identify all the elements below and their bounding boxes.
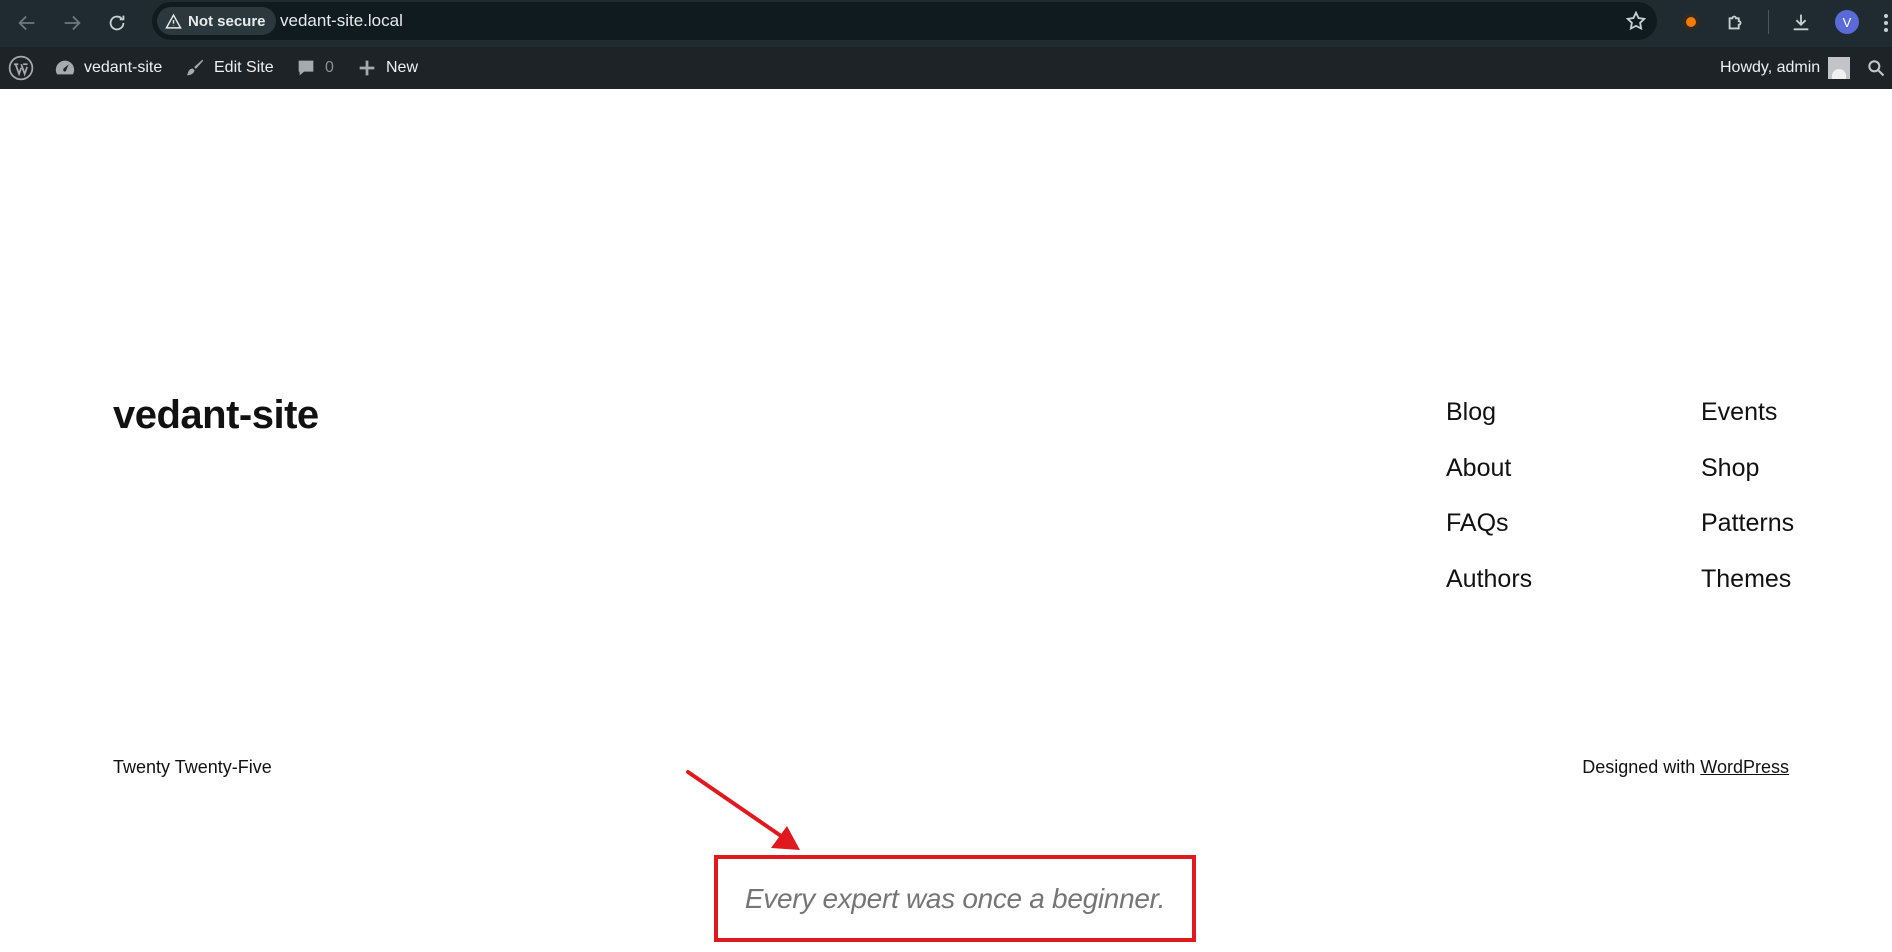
extension-record-icon — [1682, 13, 1700, 31]
nav-link-patterns[interactable]: Patterns — [1701, 509, 1794, 538]
comment-bubble-icon — [298, 60, 314, 76]
wp-logo-menu[interactable] — [8, 47, 34, 89]
browser-menu-button[interactable] — [1880, 8, 1892, 38]
forward-button[interactable] — [55, 6, 89, 40]
browser-toolbar: Not secure vedant-site.local V — [0, 0, 1892, 47]
extension-button[interactable] — [1676, 7, 1706, 37]
footer-credit-prefix: Designed with — [1582, 757, 1701, 777]
wordpress-link[interactable]: WordPress — [1700, 757, 1789, 777]
user-avatar — [1828, 57, 1851, 79]
warning-icon — [165, 13, 182, 29]
edit-site-link[interactable]: Edit Site — [184, 47, 274, 89]
footer-quote: Every expert was once a beginner. — [744, 882, 1166, 914]
reload-icon — [109, 15, 125, 31]
profile-button[interactable]: V — [1832, 7, 1862, 37]
puzzle-icon — [1728, 15, 1742, 30]
nav-link-authors[interactable]: Authors — [1446, 565, 1532, 594]
nav-link-shop[interactable]: Shop — [1701, 454, 1759, 483]
security-chip[interactable]: Not secure — [157, 7, 276, 35]
downloads-button[interactable] — [1786, 7, 1816, 37]
extensions-button[interactable] — [1721, 7, 1751, 37]
nav-link-themes[interactable]: Themes — [1701, 565, 1791, 594]
nav-link-blog[interactable]: Blog — [1446, 398, 1496, 427]
back-button[interactable] — [10, 6, 44, 40]
arrow-left-icon — [18, 15, 35, 31]
site-title[interactable]: vedant-site — [113, 393, 319, 438]
howdy-greeting: Howdy, admin — [1720, 59, 1821, 76]
footer-theme-name: Twenty Twenty-Five — [113, 757, 272, 777]
comments-count: 0 — [325, 59, 334, 76]
highlight-box: Every expert was once a beginner. — [714, 855, 1196, 942]
admin-site-name: vedant-site — [84, 59, 163, 76]
wordpress-logo-icon — [8, 55, 34, 81]
comments-link[interactable]: 0 — [295, 47, 334, 89]
bookmark-star-icon[interactable] — [1625, 10, 1647, 32]
new-label: New — [386, 59, 419, 76]
profile-avatar: V — [1835, 10, 1859, 34]
dashboard-gauge-icon — [55, 60, 75, 75]
brush-icon — [186, 59, 204, 76]
download-icon — [1793, 14, 1809, 31]
search-icon — [1868, 60, 1885, 77]
edit-site-label: Edit Site — [214, 59, 274, 76]
admin-site-name-menu[interactable]: vedant-site — [54, 47, 162, 89]
more-vert-icon — [1884, 14, 1888, 32]
nav-link-faqs[interactable]: FAQs — [1446, 509, 1509, 538]
security-label: Not secure — [188, 12, 266, 30]
toolbar-separator — [1768, 10, 1769, 34]
reload-button[interactable] — [100, 6, 134, 40]
nav-link-about[interactable]: About — [1446, 454, 1511, 483]
arrow-right-icon — [64, 15, 81, 31]
annotation-arrow — [686, 770, 800, 850]
admin-search-button[interactable] — [1866, 47, 1886, 89]
url-text[interactable]: vedant-site.local — [280, 11, 403, 31]
footer-credit: Designed with WordPress — [1582, 757, 1789, 778]
my-account-menu[interactable]: Howdy, admin — [1720, 47, 1851, 89]
plus-icon — [359, 60, 375, 76]
wp-admin-bar: vedant-site Edit Site 0 New Howdy, admin — [0, 47, 1892, 89]
new-content-menu[interactable]: New — [356, 47, 418, 89]
address-bar[interactable]: Not secure vedant-site.local — [152, 2, 1657, 40]
nav-link-events[interactable]: Events — [1701, 398, 1777, 427]
